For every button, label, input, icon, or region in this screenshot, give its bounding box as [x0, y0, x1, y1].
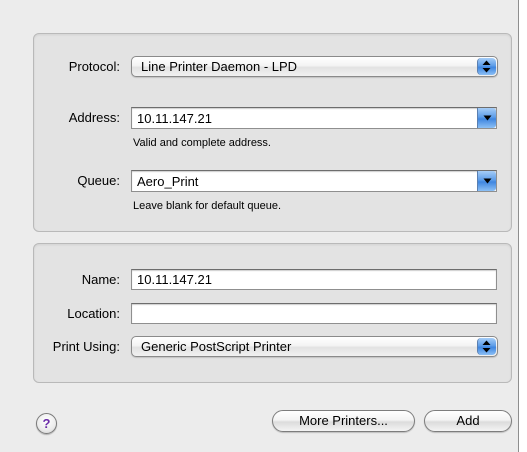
queue-hint: Leave blank for default queue. — [133, 200, 282, 212]
protocol-popup[interactable]: Line Printer Daemon - LPD — [131, 56, 498, 77]
queue-combo-field[interactable]: Aero_Print — [131, 170, 497, 192]
print-using-label: Print Using: — [52, 339, 120, 354]
queue-value: Aero_Print — [137, 174, 199, 189]
name-field[interactable] — [131, 269, 497, 290]
location-label: Location: — [67, 306, 120, 321]
protocol-label: Protocol: — [68, 59, 120, 74]
add-printer-window: Protocol: Line Printer Daemon - LPD Addr… — [0, 0, 519, 452]
up-down-arrows-icon — [477, 58, 496, 75]
location-field[interactable] — [131, 303, 497, 324]
protocol-value: Line Printer Daemon - LPD — [141, 59, 298, 74]
print-using-popup[interactable]: Generic PostScript Printer — [131, 336, 498, 357]
address-combo-field[interactable]: 10.11.147.21 — [131, 107, 497, 129]
up-down-arrows-icon — [477, 338, 496, 355]
print-using-value: Generic PostScript Printer — [141, 339, 292, 354]
address-value: 10.11.147.21 — [137, 111, 212, 126]
add-button[interactable]: Add — [424, 410, 512, 432]
down-arrow-icon[interactable] — [477, 171, 496, 191]
address-hint: Valid and complete address. — [133, 137, 271, 149]
queue-label: Queue: — [77, 173, 120, 188]
name-label: Name: — [81, 272, 120, 287]
down-arrow-icon[interactable] — [477, 108, 496, 128]
help-icon[interactable]: ? — [36, 413, 57, 434]
more-printers-button[interactable]: More Printers... — [272, 410, 415, 432]
address-label: Address: — [68, 110, 120, 125]
